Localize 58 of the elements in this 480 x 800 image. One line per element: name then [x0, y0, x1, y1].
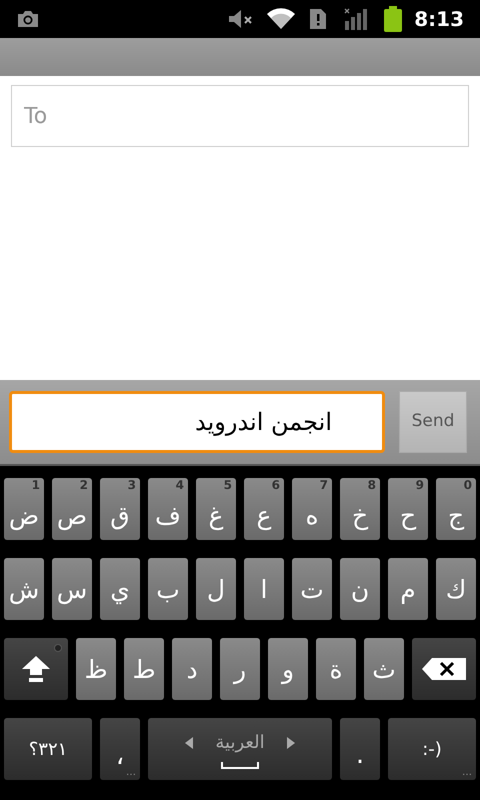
key-hint: 5 [224, 479, 232, 491]
emoticon-key[interactable]: :-) … [388, 718, 476, 780]
key-hint: 1 [32, 479, 40, 491]
symbols-key[interactable]: ٣٢١؟ [4, 718, 92, 780]
key[interactable]: ب [148, 558, 188, 620]
battery-icon [384, 6, 402, 32]
key-label: :-) [422, 738, 442, 762]
key-label: العربية [215, 731, 265, 755]
key[interactable]: و [268, 638, 308, 700]
key-hint: 7 [320, 479, 328, 491]
key-label: ، [116, 740, 124, 772]
space-bar-icon [221, 762, 259, 769]
key[interactable]: ة [316, 638, 356, 700]
key[interactable]: ث [364, 638, 404, 700]
key-hint: 9 [416, 479, 424, 491]
left-arrow-icon [185, 736, 194, 748]
key[interactable]: ل [196, 558, 236, 620]
shift-key[interactable] [4, 638, 68, 700]
key-hint: 0 [464, 479, 472, 491]
recipient-field[interactable]: To [11, 85, 469, 147]
key-hint: 6 [272, 479, 280, 491]
clock-time: 8:13 [414, 6, 464, 33]
key[interactable]: ظ [76, 638, 116, 700]
space-key[interactable]: العربية [148, 718, 332, 780]
key[interactable]: ر [220, 638, 260, 700]
indicator-light-icon [54, 644, 62, 652]
key[interactable]: ك [436, 558, 476, 620]
period-key[interactable]: . [340, 718, 380, 780]
key[interactable]: س [52, 558, 92, 620]
key-hint: 4 [176, 479, 184, 491]
more-hint: … [126, 768, 136, 778]
key[interactable]: د [172, 638, 212, 700]
comma-key[interactable]: ، … [100, 718, 140, 780]
key[interactable]: م [388, 558, 428, 620]
key[interactable]: ط [124, 638, 164, 700]
key-label: ف [155, 502, 181, 528]
key-hint: 3 [128, 479, 136, 491]
wifi-icon [266, 8, 296, 30]
backspace-icon [422, 658, 466, 680]
send-button[interactable]: Send [399, 391, 467, 453]
muted-speaker-icon [228, 9, 254, 29]
key[interactable]: ت [292, 558, 332, 620]
more-hint: … [462, 768, 472, 778]
key-hint: 2 [80, 479, 88, 491]
key[interactable]: ش [4, 558, 44, 620]
key[interactable]: ي [100, 558, 140, 620]
right-arrow-icon [286, 736, 295, 748]
key-label: ق [110, 502, 130, 528]
key[interactable]: ن [340, 558, 380, 620]
shift-icon [21, 655, 51, 683]
signal-icon [344, 7, 368, 31]
key-label: ه [305, 502, 319, 528]
backspace-key[interactable] [412, 638, 476, 700]
sim-alert-icon [310, 9, 326, 29]
camera-icon [16, 10, 40, 28]
key[interactable]: ا [244, 558, 284, 620]
key-hint: 8 [368, 479, 376, 491]
message-field[interactable]: انجمن اندروید [9, 391, 385, 453]
